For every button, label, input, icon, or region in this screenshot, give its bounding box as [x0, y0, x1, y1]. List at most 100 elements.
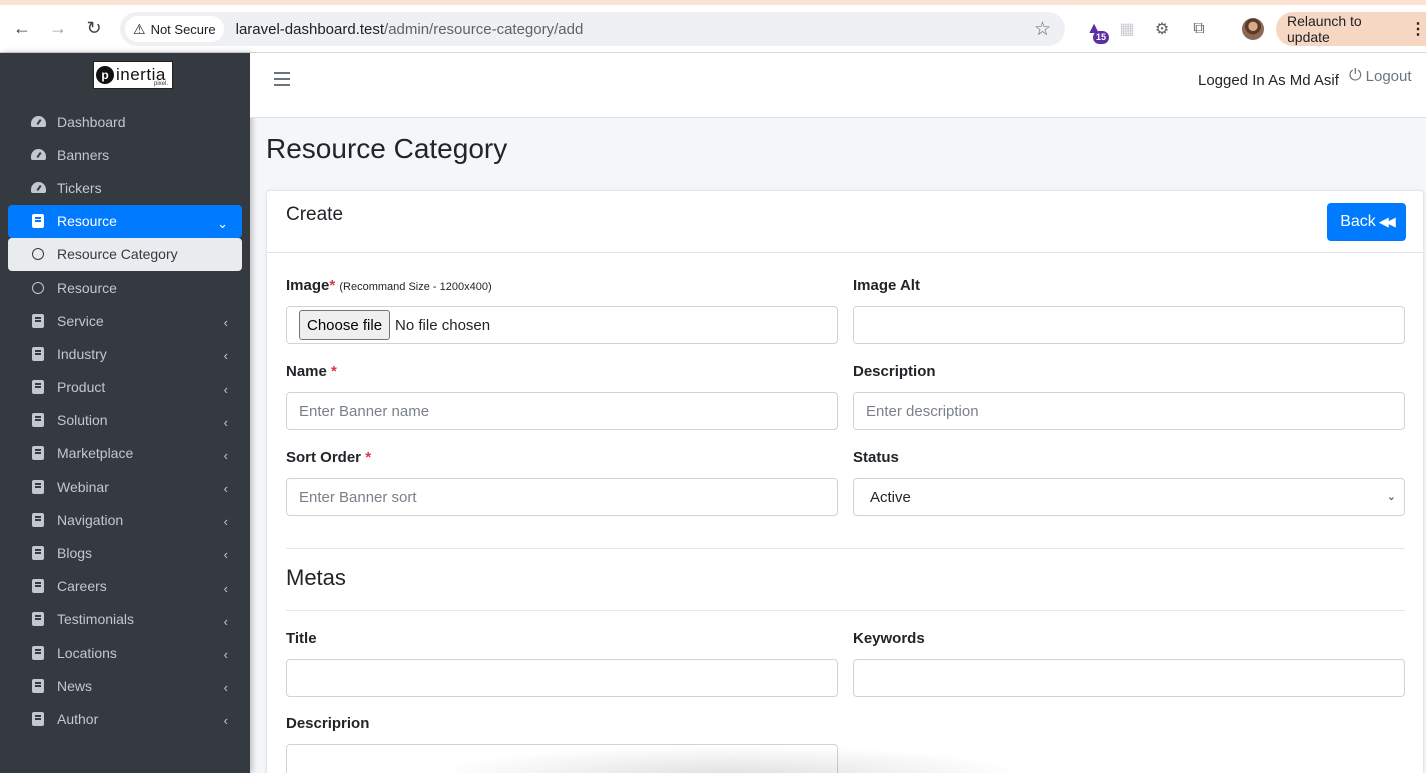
sidebar-item-news[interactable]: News ‹ [8, 669, 242, 702]
book-icon [30, 446, 46, 461]
section-divider [286, 548, 1405, 549]
extension-icon[interactable]: ▲ 15 [1083, 18, 1109, 44]
sidebar-item-marketplace[interactable]: Marketplace ‹ [8, 437, 242, 470]
relaunch-label: Relaunch to update [1287, 13, 1362, 45]
sidebar-item-resource-group[interactable]: Resource ⌄ [8, 204, 242, 238]
name-input[interactable] [286, 392, 838, 430]
choose-file-button[interactable]: Choose file [299, 310, 391, 340]
relaunch-button[interactable]: Relaunch to update ⋮ [1276, 12, 1426, 46]
book-icon [30, 678, 46, 693]
chevron-left-icon: ‹ [223, 713, 228, 729]
extension-grid-icon[interactable]: ▦ [1116, 18, 1138, 40]
image-alt-label: Image Alt [853, 277, 920, 294]
power-icon: ⏻ [1349, 67, 1362, 84]
back-label: Back [1340, 213, 1376, 230]
chevron-down-icon: ⌄ [1386, 491, 1396, 503]
sidebar-item-testimonials[interactable]: Testimonials ‹ [8, 603, 242, 636]
chevron-left-icon: ‹ [223, 481, 228, 497]
browser-toolbar: ← → ↻ ⚠ Not Secure laravel-dashboard.tes… [0, 0, 1426, 53]
chevron-left-icon: ‹ [223, 381, 228, 397]
sidebar-item-label: Industry [57, 345, 107, 362]
required-mark: * [329, 277, 336, 294]
image-alt-input[interactable] [853, 306, 1405, 344]
chevron-left-icon: ‹ [223, 514, 228, 530]
create-card: Create Back ◀◀ Image* (Recommand Size - 1… [266, 190, 1424, 773]
card-header: Create Back ◀◀ [267, 191, 1423, 253]
circle-icon [30, 248, 46, 261]
book-icon [30, 380, 46, 395]
bookmark-star-icon[interactable]: ☆ [1034, 18, 1051, 41]
card-title: Create [286, 204, 344, 225]
book-icon [30, 612, 46, 627]
sidebar-item-author[interactable]: Author ‹ [8, 702, 242, 735]
sort-order-input[interactable] [286, 478, 838, 516]
sidebar-item-label: Dashboard [57, 113, 126, 130]
sidebar-item-label: News [57, 677, 93, 694]
sidebar-item-blogs[interactable]: Blogs ‹ [8, 536, 242, 569]
keywords-input[interactable] [853, 659, 1405, 697]
security-chip[interactable]: ⚠ Not Secure [125, 16, 224, 42]
logout-label: Logout [1365, 67, 1412, 85]
sidebar-menu: Dashboard Banners Tickers Resource ⌄ Reso… [8, 105, 242, 736]
brand-logo[interactable]: p inertia pixel. [93, 61, 173, 89]
sidebar-item-product[interactable]: Product ‹ [8, 371, 242, 404]
name-label-text: Name [286, 363, 327, 380]
logo-mark-icon: p [96, 66, 114, 84]
logout-link[interactable]: ⏻ Logout [1349, 67, 1412, 85]
book-icon [30, 546, 46, 561]
sidebar-item-label: Webinar [57, 478, 109, 495]
sidebar-item-locations[interactable]: Locations ‹ [8, 636, 242, 669]
forward-arrow-icon[interactable]: → [44, 14, 72, 42]
puzzle-extensions-icon[interactable]: ⧉ [1188, 18, 1210, 40]
section-divider [286, 610, 1405, 611]
book-icon [30, 214, 46, 229]
chevron-down-icon: ⌄ [217, 215, 228, 231]
description-label: Description [853, 363, 936, 380]
sidebar-item-resource-category[interactable]: Resource Category [8, 237, 242, 271]
sidebar-item-webinar[interactable]: Webinar ‹ [8, 470, 242, 503]
address-bar[interactable]: ⚠ Not Secure laravel-dashboard.test/admi… [120, 12, 1065, 46]
sidebar-item-label: Navigation [57, 511, 124, 528]
chevron-left-icon: ‹ [223, 613, 228, 629]
description-input[interactable] [853, 392, 1405, 430]
sidebar-item-solution[interactable]: Solution ‹ [8, 404, 242, 437]
url-path: /admin/resource-category/add [384, 20, 584, 38]
sidebar-item-label: Resource Category [57, 246, 178, 263]
metas-heading: Metas [286, 565, 346, 590]
sidebar-item-tickers[interactable]: Tickers [8, 171, 242, 204]
meta-description-input[interactable] [286, 744, 838, 773]
hamburger-menu-icon[interactable] [274, 72, 290, 90]
top-navbar: Logged In As Md Asif ⏻ Logout [250, 53, 1426, 118]
reload-icon[interactable]: ↻ [80, 14, 108, 42]
back-button[interactable]: Back ◀◀ [1327, 203, 1406, 241]
sidebar-item-industry[interactable]: Industry ‹ [8, 337, 242, 370]
book-icon [30, 512, 46, 527]
circle-icon [30, 281, 46, 294]
back-arrow-icon[interactable]: ← [8, 14, 36, 42]
sidebar-item-careers[interactable]: Careers ‹ [8, 570, 242, 603]
settings-gear-icon[interactable]: ⚙ [1151, 18, 1173, 40]
chevron-left-icon: ‹ [223, 680, 228, 696]
chevron-left-icon: ‹ [223, 547, 228, 563]
sidebar-item-label: Blogs [57, 545, 93, 562]
sidebar-item-service[interactable]: Service ‹ [8, 304, 242, 337]
status-select[interactable]: Active ⌄ [853, 478, 1405, 516]
sidebar-item-navigation[interactable]: Navigation ‹ [8, 503, 242, 536]
chevron-left-icon: ‹ [223, 348, 228, 364]
tab-strip [0, 0, 1426, 5]
sidebar-item-dashboard[interactable]: Dashboard [8, 105, 242, 138]
keywords-label: Keywords [853, 630, 925, 647]
kebab-menu-icon[interactable]: ⋮ [1410, 19, 1426, 39]
image-file-input[interactable]: Choose file No file chosen [286, 306, 838, 344]
meta-description-label: Descriprion [286, 715, 370, 732]
sidebar-item-resource[interactable]: Resource [8, 271, 242, 304]
sidebar-item-banners[interactable]: Banners [8, 138, 242, 171]
profile-avatar[interactable] [1242, 18, 1264, 40]
chevron-left-icon: ‹ [223, 580, 228, 596]
meta-title-input[interactable] [286, 659, 838, 697]
book-icon [30, 313, 46, 328]
sidebar-item-label: Careers [57, 578, 107, 595]
url-text[interactable]: laravel-dashboard.test/admin/resource-ca… [236, 21, 584, 38]
image-label: Image* (Recommand Size - 1200x400) [286, 277, 492, 294]
chevron-left-icon: ‹ [223, 315, 228, 331]
